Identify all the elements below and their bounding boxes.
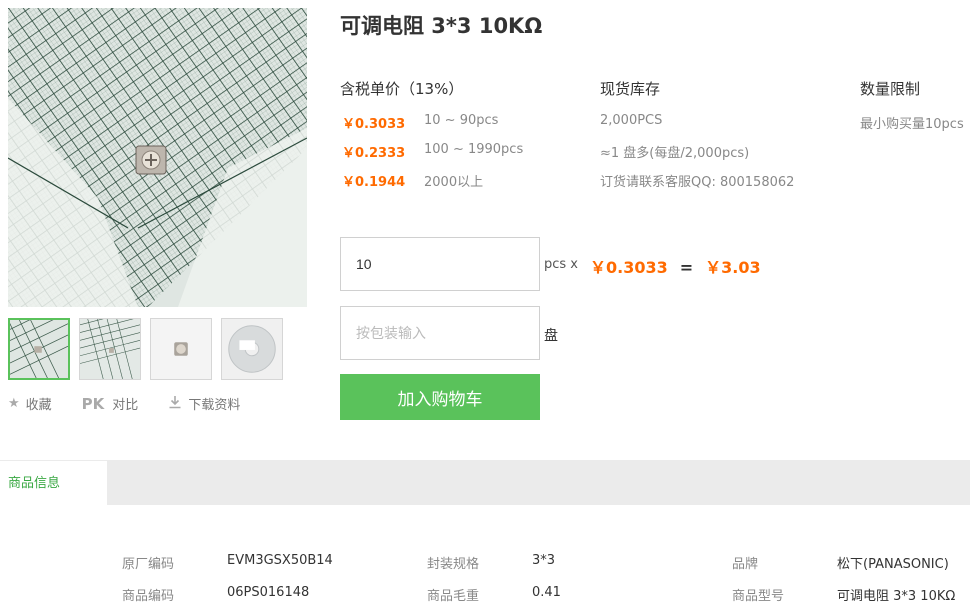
stock-header: 现货库存 (600, 80, 661, 98)
thumbnail-component-top[interactable] (150, 318, 212, 380)
tier-range: 100 ~ 1990pcs (424, 142, 524, 157)
unit-price: ￥0.3033 (590, 258, 668, 277)
thumbnail-strip (8, 318, 292, 380)
total-price: ￥3.03 (705, 258, 761, 277)
price-calculation: ￥0.3033 = ￥3.03 (590, 254, 761, 278)
add-to-cart-button[interactable]: 加入购物车 (340, 374, 540, 420)
spec-value: EVM3GSX50B14 (227, 553, 333, 568)
stock-quantity: 2,000PCS (600, 113, 663, 128)
quantity-unit: pcs x (544, 257, 578, 272)
spec-label: 商品型号 (732, 589, 785, 603)
min-order-limit: 最小购买量10pcs (860, 117, 964, 132)
stock-reels: ≈1 盘多(每盘/2,000pcs) (600, 146, 750, 161)
download-label: 下载资料 (188, 398, 241, 413)
product-title: 可调电阻 3*3 10KΩ (340, 14, 543, 38)
favorite-button[interactable]: ★ 收藏 (8, 394, 52, 413)
tier-price: ￥0.3033 (342, 117, 406, 132)
spec-label: 商品编码 (122, 589, 175, 603)
spec-value: 松下(PANASONIC) (837, 557, 949, 572)
tab-product-info[interactable]: 商品信息 (0, 460, 107, 505)
price-header: 含税单价（13%） (340, 80, 464, 98)
tier-price: ￥0.1944 (342, 175, 406, 190)
tier-range: 10 ~ 90pcs (424, 113, 499, 128)
spec-value: 3*3 (532, 553, 556, 568)
tier-price: ￥0.2333 (342, 146, 406, 161)
favorite-label: 收藏 (25, 398, 52, 413)
tier-range: 2000以上 (424, 175, 484, 190)
equals-sign: = (679, 258, 694, 277)
spec-label: 封装规格 (427, 557, 480, 572)
download-button[interactable]: 下载资料 (168, 394, 240, 413)
product-actions: ★ 收藏 PK 对比 下载资料 (8, 394, 270, 414)
quantity-input[interactable] (340, 237, 540, 291)
download-icon (168, 395, 182, 413)
stock-contact: 订货请联系客服QQ: 800158062 (600, 175, 795, 190)
reel-unit: 盘 (544, 328, 558, 344)
main-product-image (8, 8, 307, 307)
compare-label: 对比 (112, 398, 139, 413)
spec-value: 0.41 (532, 585, 561, 600)
limit-header: 数量限制 (860, 80, 921, 98)
spec-label: 品牌 (732, 557, 759, 572)
spec-label: 商品毛重 (427, 589, 480, 603)
thumbnail-ruler-closeup[interactable] (8, 318, 70, 380)
thumbnail-ruler-wide[interactable] (79, 318, 141, 380)
thumbnail-reel-packaging[interactable] (221, 318, 283, 380)
tab-bar: 商品信息 (0, 460, 970, 505)
spec-label: 原厂编码 (122, 557, 175, 572)
compare-button[interactable]: PK 对比 (81, 394, 139, 414)
pk-icon: PK (81, 394, 105, 413)
reel-input[interactable] (340, 306, 540, 360)
spec-value: 06PS016148 (227, 585, 310, 600)
star-icon: ★ (8, 396, 20, 411)
spec-value: 可调电阻 3*3 10KΩ (837, 589, 956, 603)
